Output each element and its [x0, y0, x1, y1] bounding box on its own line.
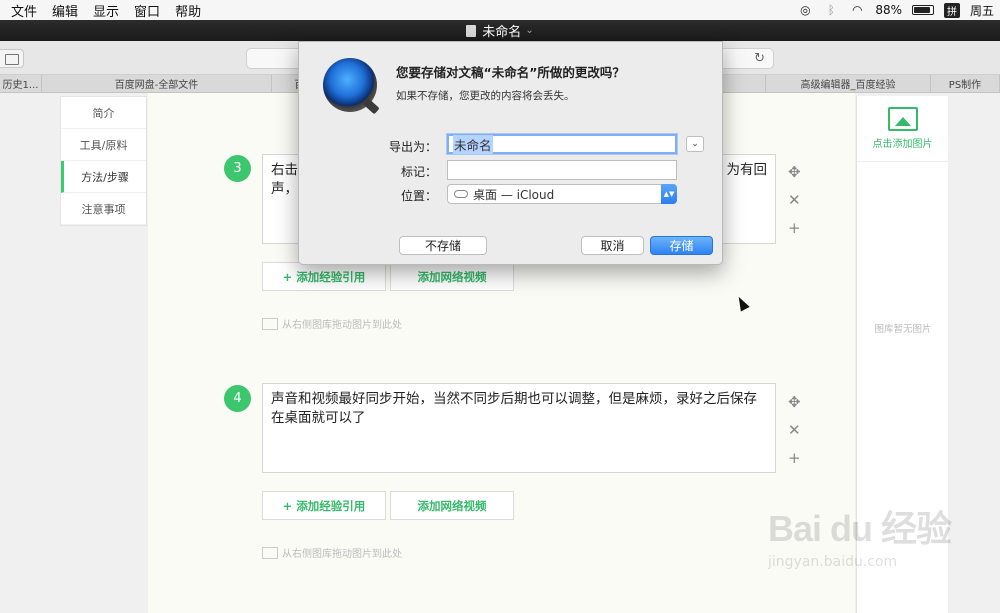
nav-item-notes[interactable]: 注意事项	[61, 193, 146, 225]
step-text-fragment-right: 为有回	[726, 162, 768, 178]
battery-percent: 88%	[875, 3, 902, 17]
chevron-down-icon[interactable]: ⌄	[525, 25, 533, 36]
tags-field[interactable]	[447, 160, 677, 180]
drop-hint-text: 从右侧图库拖动图片到此处	[282, 320, 402, 331]
add-step-icon[interactable]: +	[788, 449, 801, 467]
menu-help[interactable]: 帮助	[164, 1, 201, 20]
dialog-title: 您要存储对文稿“未命名”所做的更改吗？	[396, 65, 625, 80]
tab-history[interactable]: 历史1...	[0, 75, 42, 92]
battery-level	[913, 7, 930, 13]
empty-library-text: 图库暂无图片	[874, 324, 932, 335]
baidu-watermark: Bai du 经验 jingyan.baidu.com	[768, 500, 988, 600]
reload-icon[interactable]: ↻	[754, 51, 765, 66]
export-as-field[interactable]: 未命名	[447, 134, 677, 154]
tab-advanced-editor[interactable]: 高级编辑器_百度经验	[766, 75, 931, 92]
sidebar-toggle-button[interactable]	[0, 49, 24, 68]
bluetooth-icon[interactable]: ᛒ	[823, 3, 839, 17]
wifi-icon[interactable]: ◠	[849, 3, 865, 17]
menubar-clock[interactable]: 周五	[970, 2, 994, 19]
menu-file[interactable]: 文件	[0, 1, 37, 20]
icloud-icon	[454, 190, 468, 198]
image-icon	[262, 546, 278, 559]
export-as-label: 导出为：	[388, 140, 437, 154]
step-text-fragment: 右击	[271, 162, 298, 178]
watermark-url: jingyan.baidu.com	[768, 554, 898, 570]
document-icon	[466, 24, 477, 37]
move-icon[interactable]: ✥	[788, 163, 801, 181]
location-label: 位置：	[400, 189, 437, 203]
menu-bar: 文件 编辑 显示 窗口 帮助 ◎ ᛒ ◠ 88% 拼 周五	[0, 0, 1000, 20]
step-number: 4	[224, 385, 251, 412]
menu-edit[interactable]: 编辑	[41, 1, 78, 20]
watermark-logo: Bai du 经验	[768, 508, 952, 549]
nav-item-intro[interactable]: 简介	[61, 97, 146, 129]
step-tools: ✥ ✕ +	[788, 163, 801, 237]
input-method-icon[interactable]: 拼	[943, 2, 960, 18]
dont-save-button[interactable]: 不存储	[399, 236, 487, 255]
add-video-button[interactable]: 添加网络视频	[390, 262, 514, 291]
image-icon	[262, 317, 278, 330]
select-arrows-icon: ▲▼	[661, 184, 677, 204]
add-video-button[interactable]: 添加网络视频	[390, 491, 514, 520]
move-icon[interactable]: ✥	[788, 393, 801, 411]
add-reference-button[interactable]: + 添加经验引用	[262, 491, 386, 520]
step-tools: ✥ ✕ +	[788, 393, 801, 467]
tab-ps[interactable]: PS制作	[931, 75, 1000, 92]
image-drop-hint[interactable]: 从右侧图库拖动图片到此处	[262, 316, 402, 331]
location-value: 桌面 — iCloud	[473, 187, 555, 202]
quicktime-icon	[323, 58, 377, 112]
drop-hint-text: 从右侧图库拖动图片到此处	[282, 549, 402, 560]
nav-item-steps[interactable]: 方法/步骤	[61, 161, 146, 193]
section-nav: 简介 工具/原料 方法/步骤 注意事项	[60, 96, 147, 226]
menu-view[interactable]: 显示	[82, 1, 119, 20]
dialog-message: 如果不存储，您更改的内容将会丢失。	[396, 90, 575, 102]
location-select[interactable]: 桌面 — iCloud ▲▼	[447, 184, 677, 204]
delete-icon[interactable]: ✕	[788, 421, 801, 439]
add-step-icon[interactable]: +	[788, 219, 801, 237]
window-titlebar: 未命名 ⌄	[0, 20, 1000, 41]
creative-cloud-icon[interactable]: ◎	[797, 3, 813, 17]
expand-dialog-button[interactable]: ⌄	[686, 136, 704, 152]
add-reference-button[interactable]: + 添加经验引用	[262, 262, 386, 291]
add-image-label: 点击添加图片	[872, 139, 933, 150]
add-image-button[interactable]: 点击添加图片	[857, 96, 948, 162]
step-number: 3	[224, 155, 251, 182]
add-image-icon	[887, 107, 918, 131]
nav-item-tools[interactable]: 工具/原料	[61, 129, 146, 161]
menu-window[interactable]: 窗口	[123, 1, 160, 20]
cancel-button[interactable]: 取消	[581, 236, 644, 255]
step-text-box[interactable]: 声音和视频最好同步开始，当然不同步后期也可以调整，但是麻烦，录好之后保存在桌面就…	[262, 383, 776, 473]
delete-icon[interactable]: ✕	[788, 191, 801, 209]
export-as-value: 未命名	[453, 134, 493, 154]
save-changes-dialog: 您要存储对文稿“未命名”所做的更改吗？ 如果不存储，您更改的内容将会丢失。 导出…	[298, 41, 723, 265]
image-drop-hint[interactable]: 从右侧图库拖动图片到此处	[262, 545, 402, 560]
battery-icon[interactable]	[911, 5, 934, 15]
window-title[interactable]: 未命名	[482, 21, 521, 40]
tab-baidu-pan-files[interactable]: 百度网盘-全部文件	[42, 75, 272, 92]
save-button[interactable]: 存储	[650, 236, 713, 255]
tags-label: 标记：	[400, 165, 437, 179]
